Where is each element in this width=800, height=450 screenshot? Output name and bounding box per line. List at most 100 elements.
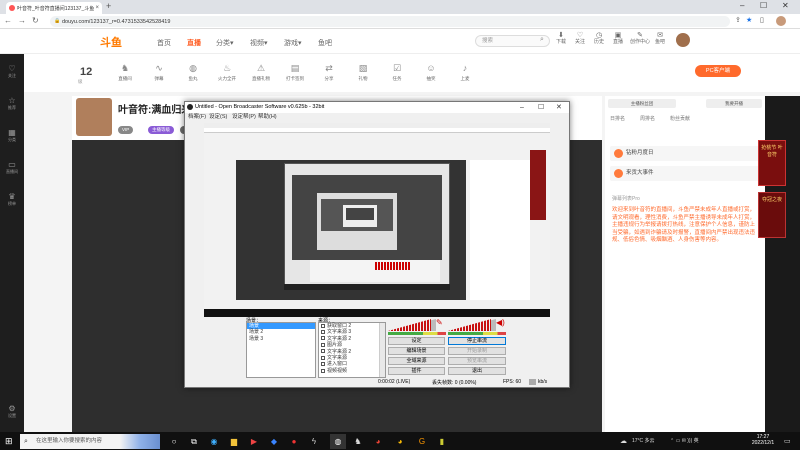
new-tab-button[interactable]: + xyxy=(106,1,111,11)
file-explorer-icon[interactable]: ▆ xyxy=(226,434,242,449)
window-minimize-button[interactable]: – xyxy=(740,1,744,10)
promo-card[interactable]: 来贡大事件 xyxy=(610,166,760,181)
sidebar-item-room[interactable]: ▭ 直播间 xyxy=(2,160,22,174)
browser-profile-avatar[interactable] xyxy=(776,16,786,26)
scenes-list[interactable]: 场景 场景 2 场景 3 xyxy=(246,322,316,378)
search-icon[interactable]: ⌕ xyxy=(540,36,544,44)
sidebar-item-settings[interactable]: ⚙ 设置 xyxy=(2,404,22,418)
header-yuba[interactable]: ✉ 鱼吧 xyxy=(652,32,668,45)
site-search-input[interactable]: 搜索 xyxy=(475,35,550,47)
gift-item[interactable]: ▧ 礼物 xyxy=(346,63,380,82)
app-red-icon[interactable]: ▶ xyxy=(246,434,262,449)
obs-menu-file[interactable]: 档案(F) xyxy=(188,113,206,122)
checkbox[interactable] xyxy=(321,323,325,328)
checkbox[interactable] xyxy=(321,330,325,335)
obs-minimize-button[interactable]: – xyxy=(520,102,524,113)
gift-item[interactable]: ∿ 弹幕 xyxy=(142,63,176,82)
header-follow[interactable]: ♡ 关注 xyxy=(572,32,588,45)
source-item[interactable]: 视频视频 xyxy=(319,368,385,374)
global-sources-button[interactable]: 全域来源 xyxy=(388,357,445,365)
tab-daily-rank[interactable]: 日排名 xyxy=(610,115,625,122)
gift-item[interactable]: ☺ 抽奖 xyxy=(414,63,448,82)
app-yellow-icon[interactable]: ▮ xyxy=(434,434,450,449)
reload-button[interactable]: ↻ xyxy=(32,16,39,25)
pc-client-button[interactable]: PC客户端 xyxy=(695,65,741,77)
gift-item[interactable]: ☑ 任务 xyxy=(380,63,414,82)
app-blue-icon[interactable]: ◆ xyxy=(266,434,282,449)
system-tray-icons[interactable]: ⌃ ▭ ✉ ))) 英 xyxy=(670,437,699,444)
gift-item[interactable]: ♨ 火力全开 xyxy=(210,63,244,82)
tab-close-icon[interactable]: × xyxy=(95,5,99,11)
taskbar-clock[interactable]: 17:27 2022/12/1 xyxy=(748,434,778,446)
start-recording-button[interactable]: 开始录制 xyxy=(448,347,506,355)
preview-stream-button[interactable]: 预览串流 xyxy=(448,357,506,365)
windows-start-icon[interactable]: ⊞ xyxy=(5,436,13,447)
notification-icon[interactable]: ▭ xyxy=(784,437,791,445)
gift-item[interactable]: ⚠ 直播礼物 xyxy=(244,63,278,82)
chrome-icon[interactable]: ◕ xyxy=(370,434,386,449)
browser-tab[interactable]: 叶音符_叶音符直播间123137_斗鱼 × xyxy=(6,2,102,14)
start-stream-button[interactable]: 我要开播 xyxy=(706,99,762,108)
scene-item[interactable]: 场景 3 xyxy=(247,336,315,342)
nav-yuba[interactable]: 鱼吧 xyxy=(318,38,332,48)
task-switcher-icon[interactable]: ⧉ xyxy=(186,434,202,449)
obs-maximize-button[interactable]: ☐ xyxy=(538,102,544,113)
app-orange-icon[interactable]: G xyxy=(414,434,430,449)
plugins-button[interactable]: 插件 xyxy=(388,367,445,375)
gift-item[interactable]: ♪ 上麦 xyxy=(448,63,482,82)
sources-list[interactable]: 获取窗口 2 文字来源 3 文字来源 2 图片源 文字来源 2 文字来源 进入窗… xyxy=(318,322,386,378)
microphone-icon[interactable]: ✎ xyxy=(436,318,443,327)
checkbox[interactable] xyxy=(321,355,325,360)
window-close-button[interactable]: ✕ xyxy=(782,1,789,10)
header-history[interactable]: ◷ 历史 xyxy=(591,32,607,45)
side-panel-icon[interactable]: ▯ xyxy=(760,16,764,24)
header-download[interactable]: ⬇ 下载 xyxy=(553,32,569,45)
sources-scrollbar[interactable] xyxy=(379,323,385,377)
obs-menu-profile[interactable]: 设定帮(P) xyxy=(232,113,256,122)
bookmark-star-icon[interactable]: ★ xyxy=(746,16,752,24)
obs-menu-help[interactable]: 帮助(H) xyxy=(258,113,277,122)
sidebar-item-recommend[interactable]: ☆ 推荐 xyxy=(2,96,22,110)
checkbox[interactable] xyxy=(321,342,325,347)
exit-button[interactable]: 退出 xyxy=(448,367,506,375)
event-banner-2[interactable]: 夺冠之夜 xyxy=(758,192,786,238)
share-icon[interactable]: ⇪ xyxy=(735,16,741,24)
fan-club-button[interactable]: 主播粉丝团 xyxy=(608,99,676,108)
app-cat-icon[interactable]: ♞ xyxy=(350,434,366,449)
header-live[interactable]: ▣ 直播 xyxy=(610,32,626,45)
app-red-2-icon[interactable]: ● xyxy=(286,434,302,449)
sidebar-item-follow[interactable]: ♡ 关注 xyxy=(2,64,22,78)
obs-close-button[interactable]: ✕ xyxy=(556,102,562,113)
checkbox[interactable] xyxy=(321,349,325,354)
checkbox[interactable] xyxy=(321,368,325,373)
nav-category[interactable]: 分类▾ xyxy=(216,38,234,48)
nav-game[interactable]: 游戏▾ xyxy=(284,38,302,48)
forward-button[interactable]: → xyxy=(18,16,26,25)
speaker-icon[interactable]: ◀) xyxy=(496,318,505,327)
promo-card[interactable]: 钻粉月度日 xyxy=(610,146,760,161)
edit-scene-button[interactable]: 编辑场景 xyxy=(388,347,445,355)
nav-live[interactable]: 直播 xyxy=(187,38,201,48)
gift-item[interactable]: ⇄ 分享 xyxy=(312,63,346,82)
site-logo[interactable]: 斗鱼 xyxy=(100,34,122,50)
app-lightning-icon[interactable]: ϟ xyxy=(306,434,322,449)
gift-item[interactable]: ♞ 直播间 xyxy=(108,63,142,82)
nav-video[interactable]: 视频▾ xyxy=(250,38,268,48)
weather-text[interactable]: 17°C 多云 xyxy=(632,437,655,444)
task-view-icon[interactable]: ○ xyxy=(166,434,182,449)
back-button[interactable]: ← xyxy=(4,16,12,25)
chrome-2-icon[interactable]: ◕ xyxy=(392,434,408,449)
user-avatar[interactable] xyxy=(676,33,690,47)
url-field[interactable]: 🔒 douyu.com/123137_r=0.4731533542528419 xyxy=(50,16,730,27)
checkbox[interactable] xyxy=(321,362,325,367)
tab-fan-contrib[interactable]: 粉丝贡献 xyxy=(670,115,690,122)
header-creator[interactable]: ✎ 创作中心 xyxy=(629,32,651,45)
settings-button[interactable]: 设定 xyxy=(388,337,445,345)
event-banner[interactable]: 抢桃节 叶音符 xyxy=(758,140,786,186)
streamer-avatar[interactable] xyxy=(76,98,112,136)
nav-home[interactable]: 首页 xyxy=(157,38,171,48)
sidebar-item-category[interactable]: ▦ 分类 xyxy=(2,128,22,142)
window-maximize-button[interactable]: ☐ xyxy=(760,1,767,10)
obs-menu-settings[interactable]: 设定(S) xyxy=(209,113,227,122)
stop-stream-button[interactable]: 停止串流 xyxy=(448,337,506,345)
